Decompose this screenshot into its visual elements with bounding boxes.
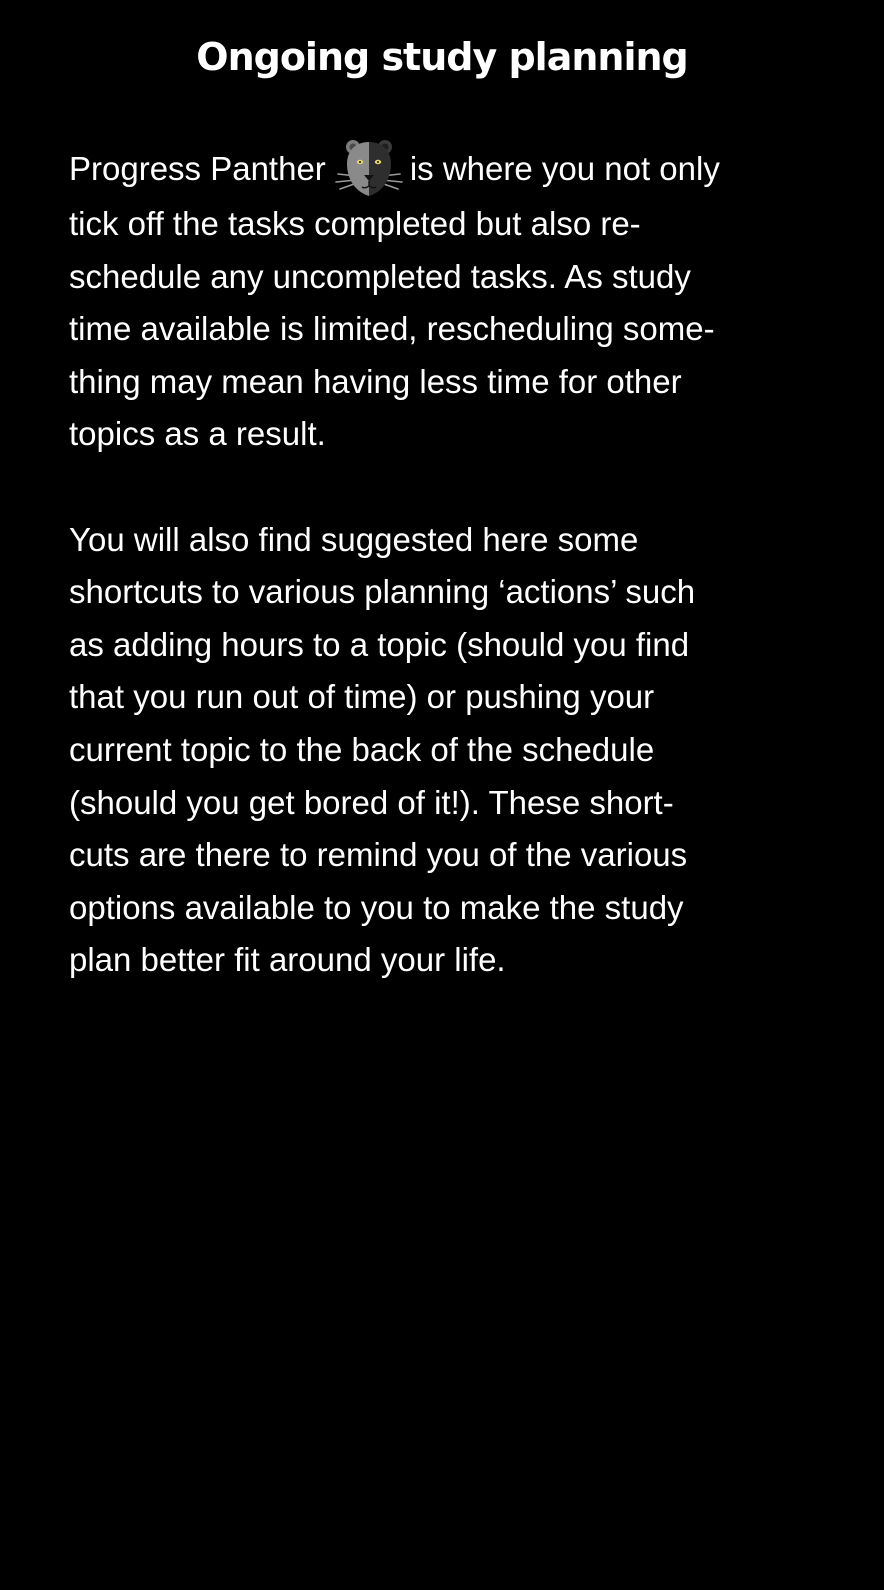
content-body: Progress Panther is where you not only t… [69, 138, 819, 987]
text-line: Progress Panther is where you not only [69, 138, 819, 198]
text-line: shortcuts to various planning ‘actions’ … [69, 573, 696, 611]
text-line: tick off the tasks completed but also re… [69, 205, 641, 242]
text-line: schedule any uncompleted tasks. As study [69, 257, 691, 295]
progress-panther-label: Progress Panther [69, 150, 326, 187]
paragraph-shortcuts: You will also find suggested here some s… [69, 514, 819, 987]
text-line: cuts are there to remind you of the vari… [69, 836, 688, 874]
page-title: Ongoing study planning [196, 35, 688, 79]
text-line-part: is where you not only [409, 150, 720, 187]
paragraph-progress-panther: Progress Panther is where you not only t… [69, 138, 819, 461]
text-line: as adding hours to a topic (should you f… [69, 625, 690, 663]
screen: Ongoing study planning Progress Panther [0, 0, 884, 1590]
text-line: topics as a result. [69, 415, 326, 453]
text-line: time available is limited, rescheduling … [69, 310, 715, 348]
panther-icon [334, 138, 404, 198]
text-line: You will also find suggested here some [69, 520, 639, 558]
text-line: current topic to the back of the schedul… [69, 730, 655, 768]
text-line: options available to you to make the stu… [69, 888, 684, 926]
text-line: that you run out of time) or pushing you… [69, 678, 655, 716]
text-line: plan better fit around your life. [69, 941, 506, 979]
text-line: (should you get bored of it!). These sho… [69, 783, 674, 821]
text-line: thing may mean having less time for othe… [69, 362, 682, 400]
